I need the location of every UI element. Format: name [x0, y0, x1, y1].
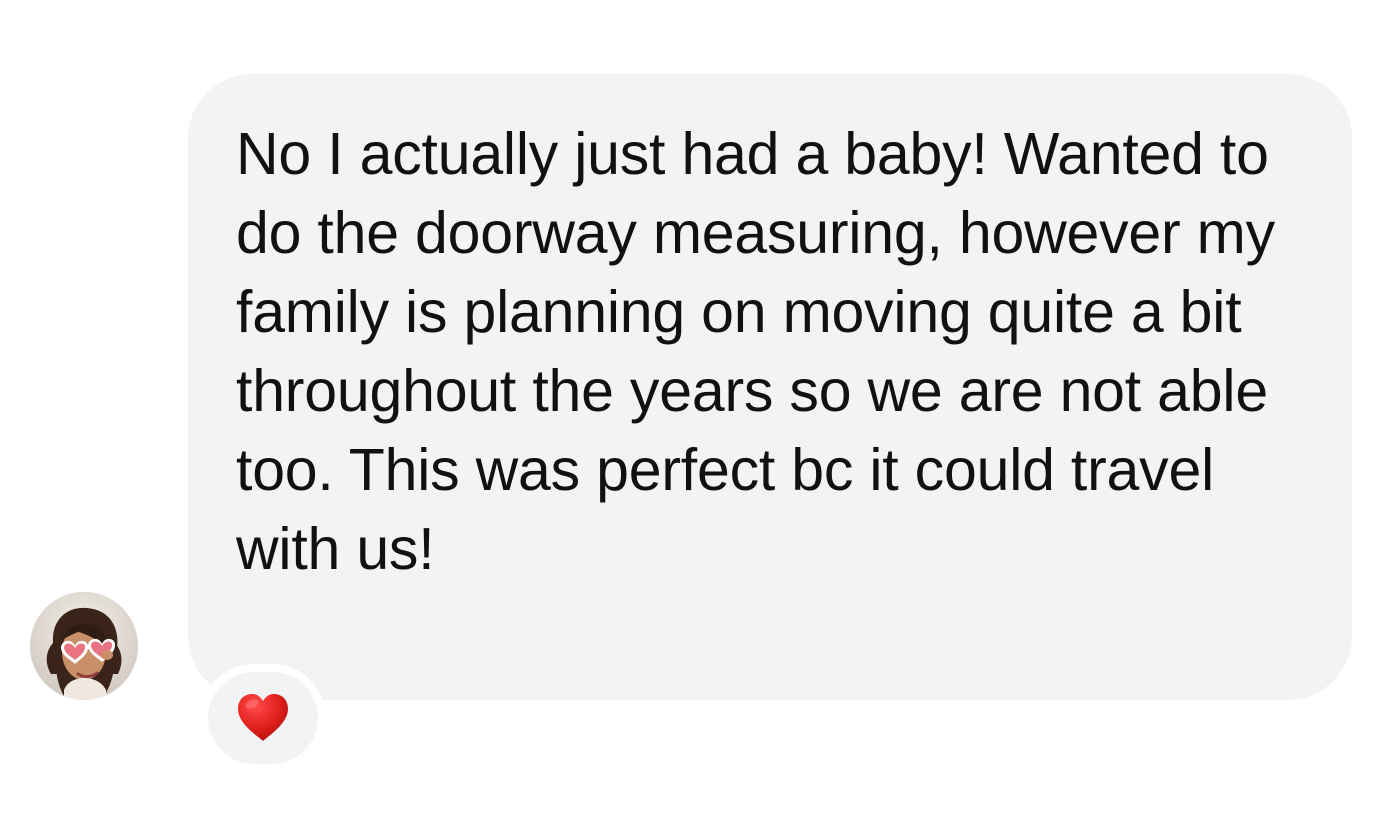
reaction-badge[interactable]	[200, 664, 326, 772]
message-bubble[interactable]: No I actually just had a baby! Wanted to…	[188, 74, 1352, 700]
red-heart-icon	[238, 694, 288, 741]
reaction-pill	[208, 672, 318, 764]
profile-photo	[30, 592, 138, 700]
message-thread: No I actually just had a baby! Wanted to…	[0, 0, 1400, 840]
message-text: No I actually just had a baby! Wanted to…	[236, 121, 1275, 582]
avatar[interactable]	[30, 592, 138, 700]
